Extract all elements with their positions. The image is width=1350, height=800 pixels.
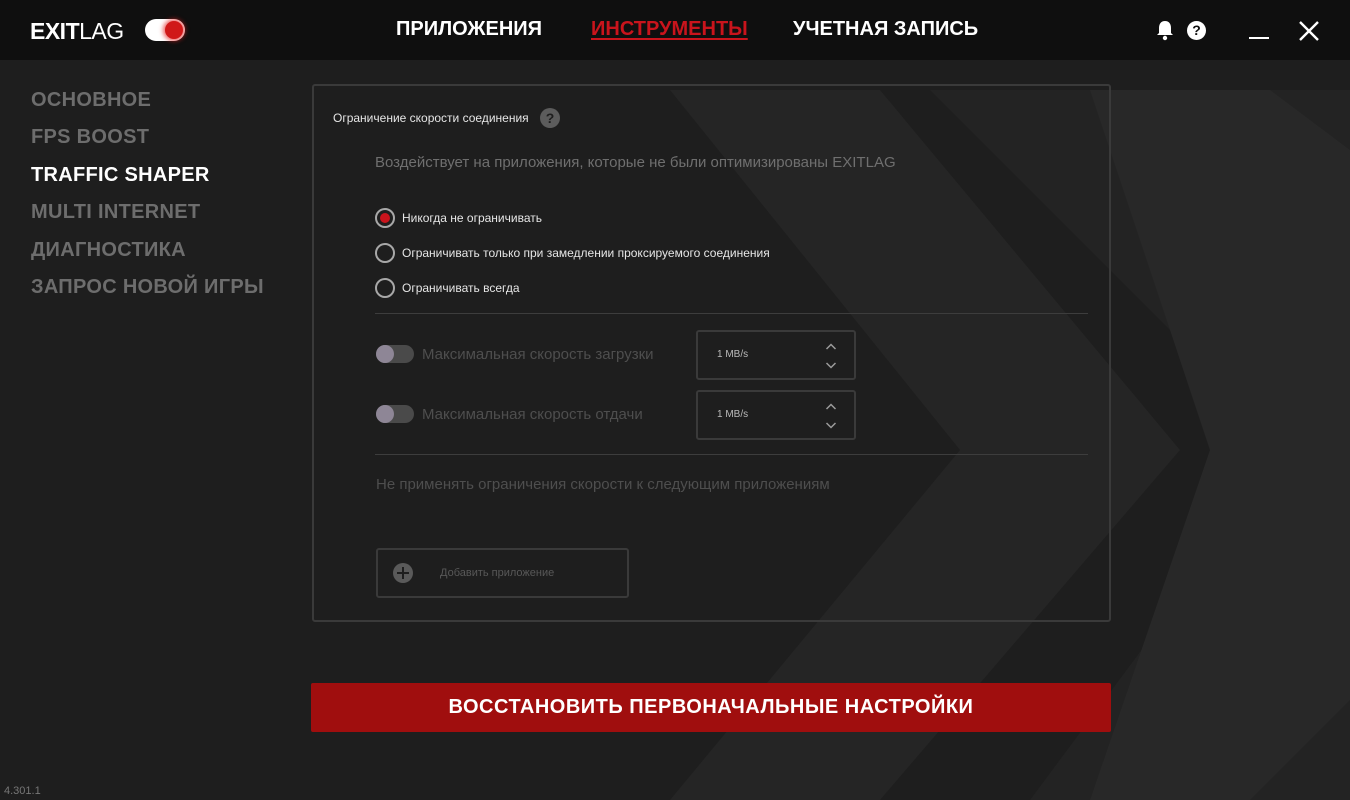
radio-circle (375, 278, 395, 298)
exclude-apps-label: Не применять ограничения скорости к след… (376, 476, 830, 493)
upload-limit-toggle[interactable] (376, 405, 414, 423)
add-application-label: Добавить приложение (440, 567, 555, 579)
radio-always-limit[interactable]: Ограничивать всегда (375, 277, 795, 299)
stepper-arrows-icon[interactable] (825, 403, 837, 429)
exitlag-logo: EXITLAG (30, 18, 124, 44)
panel-description: Воздействует на приложения, которые не б… (375, 154, 896, 171)
download-limit-stepper[interactable]: 1 MB/s (696, 330, 856, 380)
radio-limit-on-slowdown[interactable]: Ограничивать только при замедлении прокс… (375, 242, 795, 264)
upload-limit-stepper[interactable]: 1 MB/s (696, 390, 856, 440)
radio-label: Никогда не ограничивать (402, 211, 542, 225)
tab-tools[interactable]: ИНСТРУМЕНТЫ (591, 16, 748, 42)
sidebar-item-new-game-request[interactable]: ЗАПРОС НОВОЙ ИГРЫ (31, 274, 264, 300)
radio-selected-dot (380, 213, 390, 223)
app-version: 4.301.1 (4, 785, 41, 797)
radio-label: Ограничивать всегда (402, 281, 520, 295)
panel-help-icon[interactable]: ? (540, 108, 560, 128)
panel-title: Ограничение скорости соединения (333, 111, 529, 125)
divider (375, 454, 1088, 455)
toggle-knob (376, 405, 394, 423)
add-application-button[interactable]: Добавить приложение (376, 548, 629, 598)
plus-circle-icon (393, 563, 413, 583)
power-toggle-knob (165, 21, 183, 39)
radio-circle (375, 243, 395, 263)
radio-circle (375, 208, 395, 228)
sidebar-item-fps-boost[interactable]: FPS BOOST (31, 124, 149, 150)
top-bar: EXITLAG ПРИЛОЖЕНИЯ ИНСТРУМЕНТЫ УЧЕТНАЯ З… (0, 0, 1350, 60)
close-icon[interactable] (1297, 19, 1321, 43)
download-limit-label: Максимальная скорость загрузки (422, 346, 654, 363)
upload-limit-label: Максимальная скорость отдачи (422, 406, 643, 423)
radio-never-limit[interactable]: Никогда не ограничивать (375, 207, 795, 229)
divider (375, 313, 1088, 314)
sidebar-item-main[interactable]: ОСНОВНОЕ (31, 87, 151, 113)
reset-settings-button[interactable]: ВОССТАНОВИТЬ ПЕРВОНАЧАЛЬНЫЕ НАСТРОЙКИ (311, 683, 1111, 732)
power-toggle[interactable] (145, 19, 185, 41)
logo-exit-text: EXIT (30, 18, 80, 44)
tab-account[interactable]: УЧЕТНАЯ ЗАПИСЬ (793, 16, 978, 42)
bell-icon[interactable] (1155, 19, 1175, 41)
download-limit-value: 1 MB/s (717, 349, 749, 360)
stepper-arrows-icon[interactable] (825, 343, 837, 369)
toggle-knob (376, 345, 394, 363)
radio-label: Ограничивать только при замедлении прокс… (402, 246, 770, 260)
tab-applications[interactable]: ПРИЛОЖЕНИЯ (396, 16, 542, 42)
sidebar-item-multi-internet[interactable]: MULTI INTERNET (31, 199, 200, 225)
download-limit-toggle[interactable] (376, 345, 414, 363)
minimize-icon[interactable] (1249, 37, 1269, 39)
help-icon[interactable]: ? (1187, 21, 1206, 40)
sidebar-item-traffic-shaper[interactable]: TRAFFIC SHAPER (31, 162, 210, 188)
upload-limit-value: 1 MB/s (717, 409, 749, 420)
sidebar-item-diagnostics[interactable]: ДИАГНОСТИКА (31, 237, 186, 263)
logo-lag-text: LAG (79, 18, 124, 44)
